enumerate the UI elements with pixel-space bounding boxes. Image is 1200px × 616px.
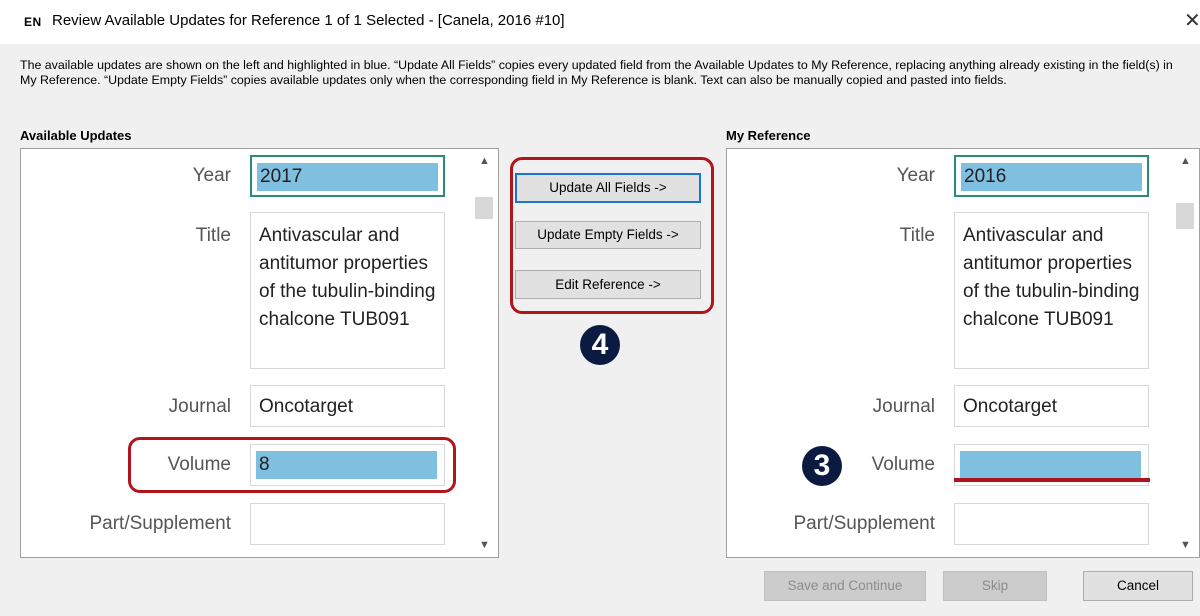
- endnote-app-icon: EN: [24, 15, 42, 29]
- part-supplement-label: Part/Supplement: [89, 513, 231, 534]
- scroll-up-icon[interactable]: ▲: [1180, 155, 1191, 167]
- year-label: Year: [192, 165, 231, 186]
- my-journal-field[interactable]: Oncotarget: [954, 385, 1149, 427]
- my-title-value: Antivascular and antitumor properties of…: [963, 225, 1140, 330]
- scroll-down-icon[interactable]: ▼: [479, 539, 490, 551]
- annotation-actions-frame: [510, 157, 714, 314]
- annotation-underline: [954, 478, 1150, 482]
- my-year-field[interactable]: 2016: [954, 155, 1149, 197]
- scroll-up-icon[interactable]: ▲: [479, 155, 490, 167]
- instructions-text: The available updates are shown on the l…: [20, 58, 1173, 87]
- journal-label: Journal: [168, 396, 231, 417]
- journal-label: Journal: [872, 396, 935, 417]
- my-reference-panel: Year 2016 Title Antivascular and antitum…: [726, 148, 1200, 558]
- available-title-value: Antivascular and antitumor properties of…: [259, 225, 436, 330]
- available-journal-field[interactable]: Oncotarget: [250, 385, 445, 427]
- scroll-thumb[interactable]: [475, 197, 493, 219]
- my-reference-scrollbar[interactable]: ▲ ▼: [1173, 149, 1197, 557]
- annotation-volume-frame: [128, 437, 456, 493]
- my-volume-value: [960, 451, 1141, 479]
- close-icon[interactable]: ✕: [1184, 8, 1200, 33]
- my-year-value: 2016: [961, 163, 1142, 191]
- annotation-badge-3: 3: [802, 446, 842, 486]
- my-journal-value: Oncotarget: [963, 396, 1057, 417]
- scroll-thumb[interactable]: [1176, 203, 1194, 229]
- year-label: Year: [896, 165, 935, 186]
- cancel-button[interactable]: Cancel: [1083, 571, 1193, 601]
- available-scrollbar[interactable]: ▲ ▼: [472, 149, 496, 557]
- annotation-badge-4: 4: [580, 325, 620, 365]
- part-supplement-label: Part/Supplement: [793, 513, 935, 534]
- my-title-field[interactable]: Antivascular and antitumor properties of…: [954, 212, 1149, 369]
- available-year-value: 2017: [257, 163, 438, 191]
- skip-button[interactable]: Skip: [943, 571, 1047, 601]
- available-title-field[interactable]: Antivascular and antitumor properties of…: [250, 212, 445, 369]
- window-title: Review Available Updates for Reference 1…: [52, 12, 565, 29]
- save-and-continue-button[interactable]: Save and Continue: [764, 571, 926, 601]
- available-updates-panel: Year 2017 Title Antivascular and antitum…: [20, 148, 499, 558]
- my-part-field[interactable]: [954, 503, 1149, 545]
- title-label: Title: [195, 225, 231, 246]
- available-journal-value: Oncotarget: [259, 396, 353, 417]
- available-updates-heading: Available Updates: [20, 128, 132, 143]
- available-part-field[interactable]: [250, 503, 445, 545]
- scroll-down-icon[interactable]: ▼: [1180, 539, 1191, 551]
- available-year-field[interactable]: 2017: [250, 155, 445, 197]
- title-label: Title: [899, 225, 935, 246]
- my-reference-heading: My Reference: [726, 128, 811, 143]
